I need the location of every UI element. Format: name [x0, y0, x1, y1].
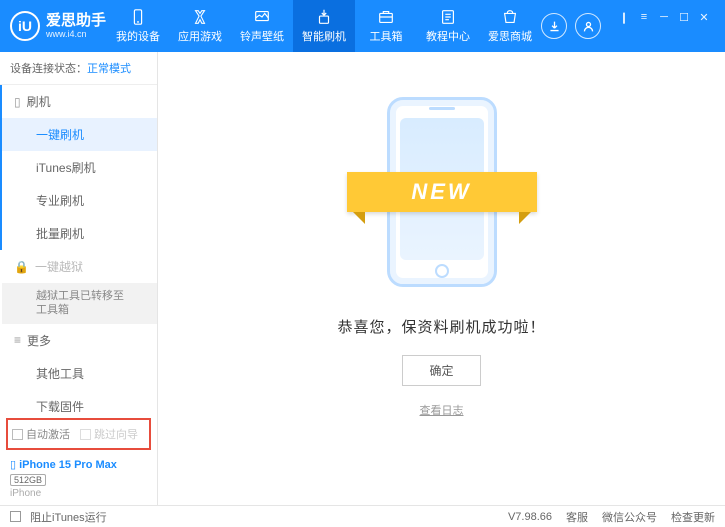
nav-6[interactable]: 爱思商城 — [479, 0, 541, 52]
group-title: 更多 — [27, 332, 51, 349]
main-nav: 我的设备 应用游戏 铃声壁纸 智能刷机 工具箱 教程中心 爱思商城 — [107, 0, 541, 52]
group-title: 刷机 — [27, 93, 51, 110]
nav-5[interactable]: 教程中心 — [417, 0, 479, 52]
nav-icon — [253, 8, 271, 26]
version-label: V7.98.66 — [508, 511, 552, 523]
nav-label: 应用游戏 — [178, 28, 222, 44]
nav-3[interactable]: 智能刷机 — [293, 0, 355, 52]
logo-icon: iU — [10, 11, 40, 41]
pin-button[interactable]: ❙ — [617, 10, 631, 24]
sidebar-group-more: ≡ 更多 其他工具下载固件高级功能 — [0, 324, 157, 412]
statusbar: 阻止iTunes运行 V7.98.66 客服 微信公众号 检查更新 — [0, 505, 725, 527]
group-title: 一键越狱 — [35, 258, 83, 275]
maximize-button[interactable]: ☐ — [677, 10, 691, 24]
main-content: ♪ NEW 恭喜您，保资料刷机成功啦！ 确定 查看日志 — [158, 52, 725, 505]
nav-label: 智能刷机 — [302, 28, 346, 44]
nav-icon — [315, 8, 333, 26]
app-name: 爱思助手 — [46, 13, 106, 30]
titlebar-right: ❙ ≡ ─ ☐ ✕ — [541, 10, 715, 42]
new-ribbon: NEW — [347, 172, 537, 212]
minimize-button[interactable]: ─ — [657, 10, 671, 24]
block-itunes-checkbox[interactable]: 阻止iTunes运行 — [10, 509, 107, 525]
checkbox-label: 自动激活 — [26, 426, 70, 442]
lock-icon: 🔒 — [14, 260, 29, 274]
confirm-button[interactable]: 确定 — [402, 355, 480, 386]
nav-label: 爱思商城 — [488, 28, 532, 44]
nav-icon — [129, 8, 147, 26]
download-button[interactable] — [541, 13, 567, 39]
checkbox-label: 跳过向导 — [94, 426, 138, 442]
user-button[interactable] — [575, 13, 601, 39]
skip-guide-checkbox[interactable]: 跳过向导 — [80, 426, 138, 442]
nav-4[interactable]: 工具箱 — [355, 0, 417, 52]
storage-badge: 512GB — [10, 474, 46, 486]
nav-label: 工具箱 — [370, 28, 403, 44]
options-row: 自动激活 跳过向导 — [6, 418, 151, 450]
sidebar: 设备连接状态：正常模式 ▯ 刷机 一键刷机iTunes刷机专业刷机批量刷机 🔒 … — [0, 52, 158, 505]
sidebar-group-jailbreak: 🔒 一键越狱 越狱工具已转移至 工具箱 — [0, 250, 157, 324]
footer-link-support[interactable]: 客服 — [566, 509, 588, 525]
phone-illustration: ♪ NEW — [352, 92, 532, 292]
sidebar-item-g1-2[interactable]: 专业刷机 — [2, 184, 157, 217]
auto-activate-checkbox[interactable]: 自动激活 — [12, 426, 70, 442]
sidebar-item-g3-1[interactable]: 下载固件 — [2, 390, 157, 412]
sidebar-item-g3-0[interactable]: 其他工具 — [2, 357, 157, 390]
app-url: www.i4.cn — [46, 29, 106, 39]
menu-icon: ≡ — [14, 333, 21, 347]
device-name: iPhone 15 Pro Max — [19, 459, 117, 471]
nav-icon — [377, 8, 395, 26]
status-label: 设备连接状态： — [10, 63, 87, 75]
device-info[interactable]: ▯iPhone 15 Pro Max 512GB iPhone — [0, 454, 157, 505]
group-head-more[interactable]: ≡ 更多 — [2, 324, 157, 357]
titlebar: iU 爱思助手 www.i4.cn 我的设备 应用游戏 铃声壁纸 智能刷机 工具箱 教程中… — [0, 0, 725, 52]
nav-icon — [439, 8, 457, 26]
menu-button[interactable]: ≡ — [637, 10, 651, 24]
nav-2[interactable]: 铃声壁纸 — [231, 0, 293, 52]
group-head-jailbreak[interactable]: 🔒 一键越狱 — [2, 250, 157, 283]
app-logo: iU 爱思助手 www.i4.cn — [10, 11, 107, 41]
phone-icon: ▯ — [10, 459, 16, 471]
sidebar-group-flash: ▯ 刷机 一键刷机iTunes刷机专业刷机批量刷机 — [0, 85, 157, 250]
sidebar-item-g1-0[interactable]: 一键刷机 — [2, 118, 157, 151]
window-controls: ❙ ≡ ─ ☐ ✕ — [617, 10, 711, 24]
success-message: 恭喜您，保资料刷机成功啦！ — [337, 316, 545, 337]
group-head-flash[interactable]: ▯ 刷机 — [2, 85, 157, 118]
footer-link-update[interactable]: 检查更新 — [671, 509, 715, 525]
nav-icon — [191, 8, 209, 26]
footer-link-wechat[interactable]: 微信公众号 — [602, 509, 657, 525]
nav-1[interactable]: 应用游戏 — [169, 0, 231, 52]
close-button[interactable]: ✕ — [697, 10, 711, 24]
nav-icon — [501, 8, 519, 26]
nav-label: 教程中心 — [426, 28, 470, 44]
status-value: 正常模式 — [87, 63, 131, 75]
view-log-link[interactable]: 查看日志 — [420, 402, 464, 418]
device-type: iPhone — [10, 488, 147, 499]
nav-label: 我的设备 — [116, 28, 160, 44]
jailbreak-note: 越狱工具已转移至 工具箱 — [2, 283, 157, 324]
nav-label: 铃声壁纸 — [240, 28, 284, 44]
checkbox-label: 阻止iTunes运行 — [30, 509, 107, 525]
sidebar-item-g1-3[interactable]: 批量刷机 — [2, 217, 157, 250]
nav-0[interactable]: 我的设备 — [107, 0, 169, 52]
device-status: 设备连接状态：正常模式 — [0, 52, 157, 85]
mobile-icon: ▯ — [14, 95, 21, 109]
sidebar-item-g1-1[interactable]: iTunes刷机 — [2, 151, 157, 184]
